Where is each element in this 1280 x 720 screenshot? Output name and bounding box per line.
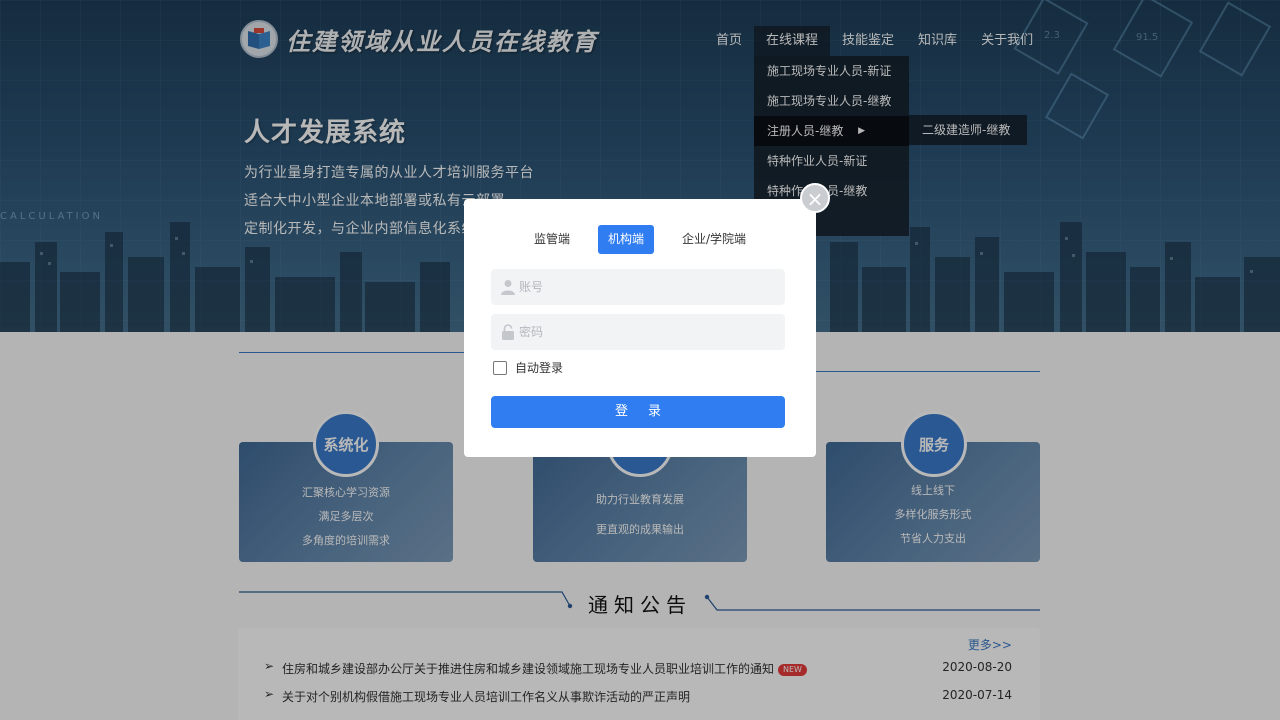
account-field (491, 269, 785, 305)
auto-login-option[interactable]: 自动登录 (493, 359, 563, 376)
tab-regulator[interactable]: 监管端 (524, 225, 580, 254)
login-role-tabs: 监管端 机构端 企业/学院端 (464, 225, 816, 254)
login-button[interactable]: 登录 (491, 396, 785, 428)
close-icon[interactable]: × (800, 183, 830, 213)
user-icon (501, 280, 515, 295)
tab-enterprise-college[interactable]: 企业/学院端 (672, 225, 756, 254)
password-input[interactable] (519, 314, 769, 350)
auto-login-checkbox[interactable] (493, 360, 507, 375)
auto-login-label: 自动登录 (515, 361, 564, 375)
lock-icon (502, 324, 514, 340)
account-input[interactable] (519, 269, 769, 305)
login-modal: 监管端 机构端 企业/学院端 自动登录 登录 (464, 199, 816, 457)
tab-institution[interactable]: 机构端 (597, 225, 654, 254)
password-field (491, 314, 785, 350)
